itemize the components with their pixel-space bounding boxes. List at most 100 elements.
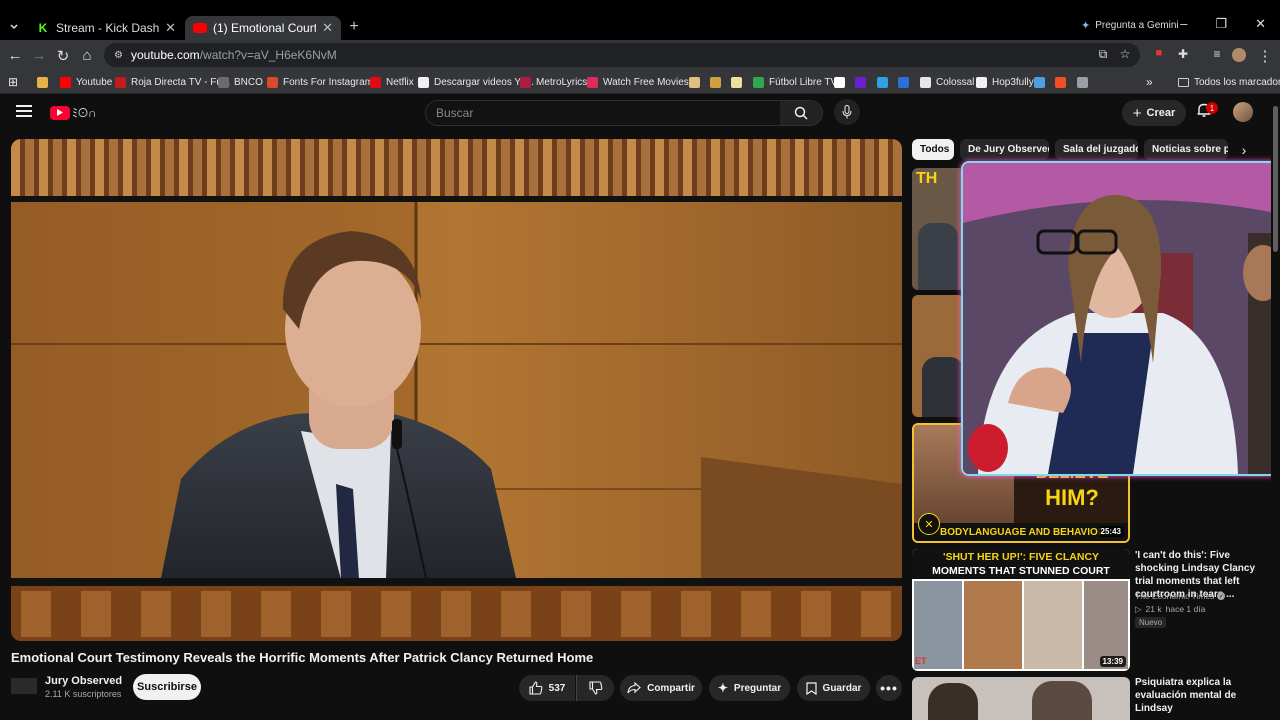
thumbs-down-icon xyxy=(588,681,602,695)
wood-slat xyxy=(319,139,328,196)
recommendation-thumbnail-4[interactable]: 'SHUT HER UP!': FIVE CLANCY MOMENTS THAT… xyxy=(912,549,1130,671)
bookmark-item[interactable] xyxy=(1055,74,1066,90)
ask-button[interactable]: ✦ Preguntar xyxy=(709,675,790,701)
bookmark-item[interactable] xyxy=(855,74,866,90)
share-button[interactable]: Compartir xyxy=(620,675,702,701)
recommendation-thumbnail-1[interactable]: TH xyxy=(912,168,964,290)
search-button[interactable] xyxy=(780,101,822,125)
thumb-headline: 'SHUT HER UP!': FIVE CLANCY MOMENTS THAT… xyxy=(912,549,1130,579)
profile-avatar-icon[interactable] xyxy=(1232,48,1246,62)
bookmark-item[interactable]: Hop3fully xyxy=(976,74,1034,90)
bookmark-item[interactable]: Roja Directa TV - Fu... xyxy=(115,74,230,90)
bookmark-item[interactable]: BNCO xyxy=(218,74,263,90)
bookmark-item[interactable]: Watch Free Movies... xyxy=(587,74,697,90)
bookmark-item[interactable]: Youtube xyxy=(60,74,112,90)
recommendation-thumbnail-5[interactable] xyxy=(912,677,1130,720)
tab-kick-dashboard[interactable]: K Stream - Kick Dashboard ✕ xyxy=(28,16,184,40)
bookmark-item[interactable] xyxy=(1077,74,1088,90)
channel-name[interactable]: Jury Observed xyxy=(45,675,122,687)
scrollbar-thumb[interactable] xyxy=(1273,106,1278,252)
bookmark-item[interactable]: Descargar videos Yo... xyxy=(418,74,534,90)
recommendation-thumbnail-2[interactable] xyxy=(912,295,964,417)
rail-post xyxy=(21,591,51,637)
wood-slat xyxy=(11,139,20,196)
channel-avatar[interactable] xyxy=(11,678,37,694)
site-info-icon[interactable]: ⚙ xyxy=(114,50,123,61)
bookmark-item[interactable]: Fonts For Instagram... xyxy=(267,74,381,90)
youtube-logo[interactable]: ﾐ⊙∩ xyxy=(50,104,97,121)
wood-slat xyxy=(403,139,412,196)
page-scrollbar[interactable] xyxy=(1271,94,1280,720)
maximize-icon[interactable]: ❐ xyxy=(1215,16,1227,36)
bookmark-favicon-icon xyxy=(267,76,278,88)
chip-courtroom[interactable]: Sala del juzgado xyxy=(1055,139,1138,160)
back-icon[interactable]: ← xyxy=(6,47,24,64)
video-player[interactable] xyxy=(11,139,902,641)
bookmark-item[interactable] xyxy=(834,74,845,90)
close-tab-icon[interactable]: ✕ xyxy=(322,20,333,36)
bookmark-item[interactable]: MetroLyrics xyxy=(520,74,587,90)
create-button[interactable]: + Crear xyxy=(1122,100,1186,126)
wood-slat xyxy=(235,139,244,196)
wood-slat xyxy=(697,139,706,196)
bookmark-item[interactable] xyxy=(710,74,721,90)
wood-slat xyxy=(893,139,902,196)
bookmark-item[interactable] xyxy=(877,74,888,90)
bookmark-item[interactable]: Fútbol Libre TV xyxy=(753,74,837,90)
chip-news[interactable]: Noticias sobre p xyxy=(1144,139,1228,160)
bookmark-item[interactable] xyxy=(1034,74,1045,90)
menu-hamburger-icon[interactable] xyxy=(16,105,32,119)
chip-jury-observed[interactable]: De Jury Observed xyxy=(960,139,1049,160)
tab-search-button[interactable] xyxy=(3,16,25,38)
address-bar[interactable]: ⚙ youtube.com /watch?v=aV_H6eK6NvM xyxy=(104,43,1140,67)
chips-next-chevron-icon[interactable]: › xyxy=(1234,139,1254,160)
home-icon[interactable]: ⌂ xyxy=(78,47,96,64)
thumb-text-top: 'SHUT HER UP!': FIVE CLANCY xyxy=(942,551,1100,563)
new-tab-button[interactable]: + xyxy=(343,16,365,38)
doodle-icon: ﾐ⊙∩ xyxy=(72,106,97,120)
voice-search-button[interactable] xyxy=(834,99,860,125)
reload-icon[interactable]: ↻ xyxy=(54,47,72,65)
bookmark-item[interactable] xyxy=(689,74,700,90)
media-control-icon[interactable]: ≡ xyxy=(1208,47,1226,61)
tab-youtube-video[interactable]: (1) Emotional Court Testimony ✕ xyxy=(185,16,341,40)
close-window-icon[interactable]: ✕ xyxy=(1255,16,1266,36)
extensions-puzzle-icon[interactable]: ✚ xyxy=(1174,47,1192,61)
menu-kebab-icon[interactable]: ⋮ xyxy=(1256,47,1274,65)
wood-slat xyxy=(655,139,664,196)
save-button[interactable]: Guardar xyxy=(797,675,870,701)
bookmark-item[interactable] xyxy=(37,74,48,90)
wood-slat xyxy=(277,139,286,196)
bookmark-item[interactable]: Netflix xyxy=(370,74,414,90)
more-actions-button[interactable]: ••• xyxy=(876,675,902,701)
thumb-person-shape xyxy=(1032,681,1092,720)
account-avatar[interactable] xyxy=(1233,102,1253,122)
economic-times-logo: ET xyxy=(915,656,927,666)
extension-icon[interactable]: ■ xyxy=(1150,47,1168,59)
like-button[interactable]: 537 xyxy=(519,675,575,701)
recommendation-title[interactable]: Psiquiatra explica la evaluación mental … xyxy=(1135,676,1265,715)
bookmark-item[interactable] xyxy=(731,74,742,90)
bookmark-item[interactable]: Colossal xyxy=(920,74,974,90)
apps-grid-icon[interactable]: ⊞ xyxy=(8,74,18,90)
wood-slat xyxy=(627,139,636,196)
thumb-person-shape xyxy=(918,223,958,290)
recommendation-channel[interactable]: The Economic Times ✓ xyxy=(1135,591,1226,601)
forward-icon[interactable]: → xyxy=(30,47,48,64)
subscribe-button[interactable]: Suscribirse xyxy=(133,674,201,700)
search-input[interactable] xyxy=(426,101,782,125)
bookmark-item[interactable] xyxy=(898,74,909,90)
bookmark-star-icon[interactable]: ☆ xyxy=(1116,47,1134,61)
duration-badge: 25:43 xyxy=(1097,526,1124,537)
dislike-button[interactable] xyxy=(576,675,614,701)
more-bookmarks-button[interactable]: » xyxy=(1146,74,1153,90)
url-host: youtube.com xyxy=(130,48,200,62)
channel-name: The Economic Times xyxy=(1135,591,1215,601)
close-tab-icon[interactable]: ✕ xyxy=(165,20,176,36)
all-bookmarks-folder[interactable]: Todos los marcadores xyxy=(1178,74,1280,90)
gemini-button[interactable]: ✦ Pregunta a Gemini xyxy=(1081,19,1179,32)
minimize-icon[interactable]: – xyxy=(1180,16,1187,36)
rail-post xyxy=(681,591,711,637)
chip-todos[interactable]: Todos xyxy=(912,139,954,160)
install-app-icon[interactable]: ⧉ xyxy=(1094,47,1112,62)
